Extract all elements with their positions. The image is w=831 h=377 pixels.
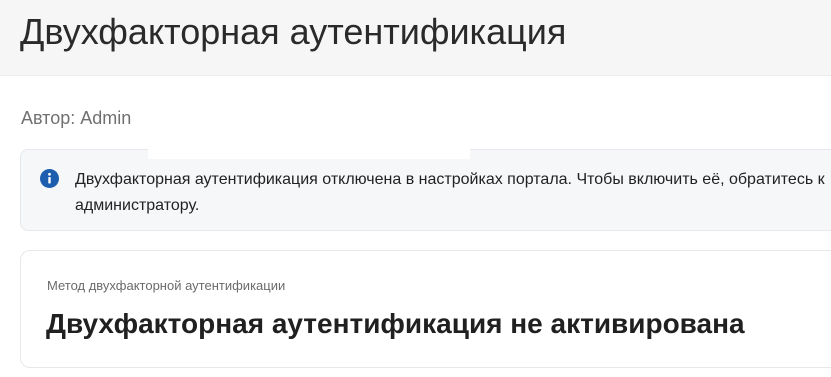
info-icon xyxy=(40,169,59,188)
method-value: Двухфакторная аутентификация не активиро… xyxy=(46,308,745,339)
method-card: Метод двухфакторной аутентификации Двухф… xyxy=(20,250,831,368)
page-title: Двухфакторная аутентификация xyxy=(20,11,567,52)
method-label: Метод двухфакторной аутентификации xyxy=(47,278,286,293)
author-line: Автор: Admin xyxy=(21,108,132,128)
notice-text: Двухфакторная аутентификация отключена в… xyxy=(75,171,825,214)
page: Двухфакторная аутентификация Автор: Admi… xyxy=(0,0,831,377)
info-notice: Двухфакторная аутентификация отключена в… xyxy=(20,149,831,231)
page-header: Двухфакторная аутентификация xyxy=(0,0,831,76)
notice-top-gap xyxy=(148,146,470,159)
